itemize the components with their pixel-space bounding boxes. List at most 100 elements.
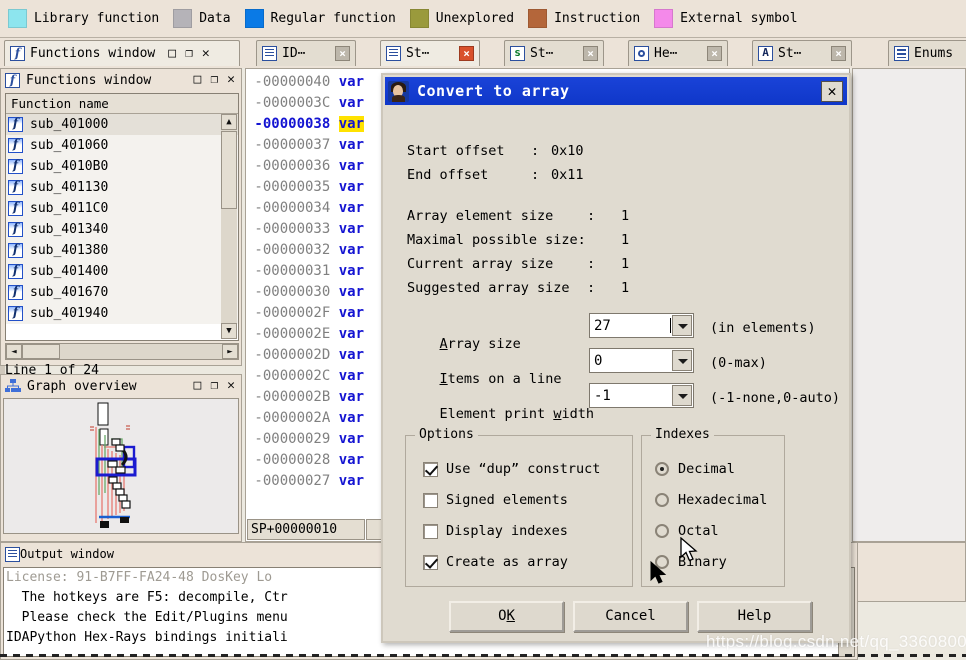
legend-label-2: Regular function <box>270 11 396 26</box>
function-icon <box>8 179 23 195</box>
function-list-item[interactable]: sub_401380 <box>6 240 238 261</box>
function-list-item[interactable]: sub_401940 <box>6 303 238 324</box>
radio-unselected-icon[interactable] <box>655 493 669 507</box>
disassembly-variable: var <box>338 347 365 363</box>
items-on-a-line-label-rest: tems on a line <box>447 371 562 387</box>
help-button[interactable]: Help <box>697 601 812 632</box>
function-name-column-header[interactable]: Function name <box>6 94 238 114</box>
ok-button[interactable]: OK <box>449 601 564 632</box>
scroll-right-button[interactable]: ► <box>222 344 238 359</box>
suggested-array-size-value: 1 <box>621 280 630 296</box>
tab-0[interactable]: Functions window □ ❐ ✕ <box>4 40 240 66</box>
graph-window-buttons: □ ❐ ✕ <box>194 379 235 392</box>
index-radio-row-3[interactable]: Binary <box>655 554 727 570</box>
functions-hscroll-thumb[interactable] <box>22 344 60 359</box>
radio-unselected-icon[interactable] <box>655 555 669 569</box>
tab-close-icon-2[interactable]: × <box>459 46 474 61</box>
tab-4[interactable]: He⋯ × <box>628 40 728 66</box>
tab-close-icon-3[interactable]: × <box>583 46 598 61</box>
function-list-item[interactable]: sub_4011C0 <box>6 198 238 219</box>
element-print-width-combo[interactable]: -1 <box>589 383 694 408</box>
cancel-button[interactable]: Cancel <box>573 601 688 632</box>
maximize-button[interactable]: □ <box>194 73 202 86</box>
graph-icon <box>5 379 21 393</box>
tab-1[interactable]: ID⋯ × <box>256 40 356 66</box>
suggested-array-size-sep: : <box>587 280 596 296</box>
tab-2[interactable]: St⋯ × <box>380 40 480 66</box>
index-radio-row-0[interactable]: Decimal <box>655 461 735 477</box>
tab-close-icon-4[interactable]: × <box>707 46 722 61</box>
option-checkbox-row-0[interactable]: Use “dup” construct <box>423 461 600 477</box>
graph-restore-button[interactable]: ❐ <box>210 379 218 392</box>
index-radio-row-1[interactable]: Hexadecimal <box>655 492 767 508</box>
option-checkbox-row-3[interactable]: Create as array <box>423 554 568 570</box>
disassembly-variable: var <box>338 242 365 258</box>
functions-horizontal-scrollbar[interactable]: ◄ ► <box>5 343 239 360</box>
graph-overview-canvas[interactable] <box>3 398 239 534</box>
function-list-item[interactable]: sub_401130 <box>6 177 238 198</box>
function-list-item[interactable]: sub_401670 <box>6 282 238 303</box>
array-size-combo[interactable]: 27 <box>589 313 694 338</box>
close-button[interactable]: ✕ <box>227 73 235 86</box>
function-name-label: sub_401670 <box>30 285 109 300</box>
functions-scroll-thumb[interactable] <box>221 131 237 209</box>
array-size-dropdown-arrow-icon[interactable] <box>672 315 692 336</box>
checkbox-checked-icon[interactable] <box>423 461 438 477</box>
checkbox-unchecked-icon[interactable] <box>423 523 438 539</box>
end-offset-sep: : <box>531 167 540 183</box>
dialog-title-bar[interactable]: Convert to array ✕ <box>385 77 847 105</box>
tab-close-icon-1[interactable]: × <box>335 46 350 61</box>
element-print-width-value[interactable]: -1 <box>590 388 671 404</box>
functions-list[interactable]: Function name sub_401000sub_401060sub_40… <box>5 93 239 341</box>
scroll-down-button[interactable]: ▼ <box>221 323 237 339</box>
functions-window-buttons: □ ❐ ✕ <box>194 73 235 86</box>
array-element-size-sep: : <box>587 208 596 224</box>
function-icon <box>8 137 23 153</box>
disassembly-variable: var <box>338 410 365 426</box>
graph-maximize-button[interactable]: □ <box>194 379 202 392</box>
text-caret <box>670 318 671 333</box>
functions-window-panel: Functions window Function name sub_40100… <box>0 68 242 378</box>
tab-5[interactable]: St⋯ × <box>752 40 852 66</box>
array-element-size-label: Array element size <box>407 208 554 224</box>
ida-view-icon <box>262 46 277 61</box>
current-array-size-label: Current array size <box>407 256 554 272</box>
function-list-item[interactable]: sub_401340 <box>6 219 238 240</box>
items-on-a-line-value[interactable]: 0 <box>590 353 671 369</box>
radio-selected-icon[interactable] <box>655 462 669 476</box>
ida-woman-icon <box>388 80 409 102</box>
restore-icon[interactable]: ❐ <box>185 47 193 60</box>
function-list-item[interactable]: sub_4010B0 <box>6 156 238 177</box>
function-list-item[interactable]: sub_401060 <box>6 135 238 156</box>
function-list-item[interactable]: sub_401000 <box>6 114 238 135</box>
restore-button[interactable]: ❐ <box>210 73 218 86</box>
items-on-a-line-combo[interactable]: 0 <box>589 348 694 373</box>
option-checkbox-row-2[interactable]: Display indexes <box>423 523 568 539</box>
disassembly-address: -00000032 <box>246 242 339 258</box>
function-icon <box>8 116 23 132</box>
close-icon[interactable]: ✕ <box>202 47 210 60</box>
scroll-up-button[interactable]: ▲ <box>221 114 237 130</box>
disassembly-variable: var <box>338 368 365 384</box>
checkbox-checked-icon[interactable] <box>423 554 438 570</box>
tab-6[interactable]: Enums× <box>888 40 966 66</box>
functions-vertical-scrollbar[interactable]: ▲ ▼ <box>221 114 237 339</box>
array-size-value[interactable]: 27 <box>590 318 670 334</box>
dialog-close-button[interactable]: ✕ <box>821 81 843 102</box>
disassembly-variable: var <box>338 389 365 405</box>
maximize-icon[interactable]: □ <box>168 47 176 60</box>
tab-strip: Functions window □ ❐ ✕ ID⋯ × St⋯ × St⋯ × He⋯ × St⋯ × E… <box>0 38 966 68</box>
tab-close-icon-5[interactable]: × <box>831 46 846 61</box>
checkbox-unchecked-icon[interactable] <box>423 492 438 508</box>
index-radio-row-2[interactable]: Octal <box>655 523 719 539</box>
function-list-item[interactable]: sub_401400 <box>6 261 238 282</box>
scroll-left-button[interactable]: ◄ <box>6 344 22 359</box>
radio-unselected-icon[interactable] <box>655 524 669 538</box>
graph-close-button[interactable]: ✕ <box>227 379 235 392</box>
function-icon <box>5 72 20 88</box>
element-print-width-label-b: idth <box>561 406 594 422</box>
items-on-a-line-dropdown-arrow-icon[interactable] <box>672 350 692 371</box>
element-print-width-dropdown-arrow-icon[interactable] <box>672 385 692 406</box>
tab-3[interactable]: St⋯ × <box>504 40 604 66</box>
option-checkbox-row-1[interactable]: Signed elements <box>423 492 568 508</box>
